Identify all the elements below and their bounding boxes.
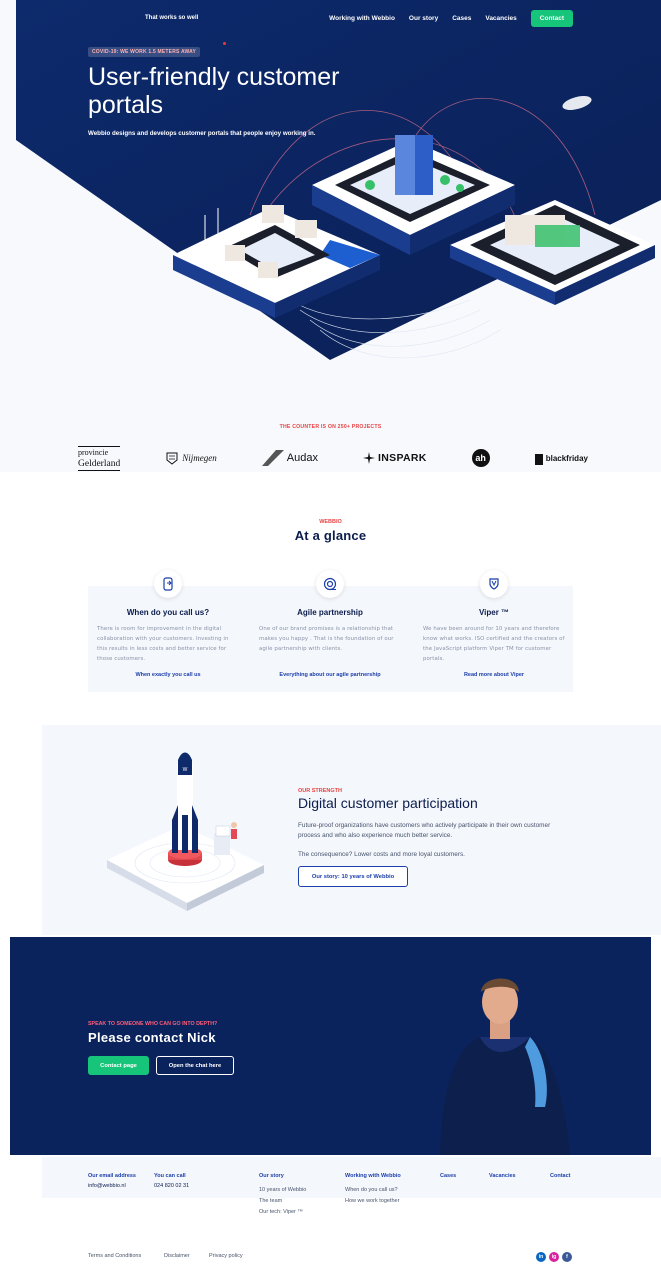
card-link[interactable]: When exactly you call us: [88, 672, 248, 678]
hero-section: That works so well Working with Webbio O…: [0, 0, 661, 472]
logo-gelderland: provincie Gelderland: [78, 445, 121, 471]
card-title: Agile partnership: [297, 608, 363, 617]
card-text: We have been around for 10 years and the…: [423, 626, 565, 662]
footer-email: Our email address info@webbio.nl: [88, 1173, 136, 1189]
nav-cases[interactable]: Cases: [452, 15, 471, 22]
glance-eyebrow: WEBBIO: [319, 519, 342, 525]
footer-working: Working with Webbio When do you call us?…: [345, 1173, 401, 1209]
covid-badge: COVID-19: WE WORK 1.5 METERS AWAY: [88, 47, 201, 57]
nav-our-story[interactable]: Our story: [409, 15, 438, 22]
card-text: One of our brand promises is a relations…: [259, 626, 394, 652]
client-logos: provincie Gelderland Nijmegen Audax INSP…: [78, 445, 588, 471]
footer-phone-value[interactable]: 024 820 02 31: [154, 1183, 189, 1189]
card-viper: Viper ™ We have been around for 10 years…: [414, 570, 574, 678]
linkedin-icon[interactable]: in: [536, 1252, 546, 1262]
strength-eyebrow: OUR STRENGTH: [298, 788, 342, 794]
logo-inspark: INSPARK: [363, 452, 427, 464]
our-story-button[interactable]: Our story: 10 years of Webbio: [298, 866, 408, 887]
contact-eyebrow: SPEAK TO SOMEONE WHO CAN GO INTO DEPTH?: [88, 1021, 218, 1027]
footer-heading[interactable]: Working with Webbio: [345, 1173, 401, 1179]
svg-text:W: W: [183, 767, 188, 773]
card-link[interactable]: Everything about our agile partnership: [250, 672, 410, 678]
card-when-to-call: When do you call us? There is room for i…: [88, 570, 248, 678]
footer-heading[interactable]: Cases: [440, 1173, 456, 1179]
phone-icon: [154, 570, 182, 598]
footer-email-label: Our email address: [88, 1173, 136, 1179]
target-icon: [316, 570, 344, 598]
main-nav: Working with Webbio Our story Cases Vaca…: [329, 10, 573, 27]
glance-title: At a glance: [294, 528, 367, 543]
nav-working-with-webbio[interactable]: Working with Webbio: [329, 15, 395, 22]
bag-icon: [534, 454, 543, 465]
footer-link[interactable]: Our tech: Viper ™: [259, 1209, 306, 1215]
contact-title: Please contact Nick: [88, 1030, 216, 1045]
footer-link[interactable]: When do you call us?: [345, 1187, 401, 1193]
footer-link[interactable]: 10 years of Webbio: [259, 1187, 306, 1193]
contact-section: [10, 937, 651, 1155]
hero-title: User-friendly customer portals: [88, 63, 340, 119]
strength-consequence: The consequence? Lower costs and more lo…: [298, 851, 465, 858]
footer-heading[interactable]: Our story: [259, 1173, 306, 1179]
footer-phone-label: You can call: [154, 1173, 186, 1179]
footer-heading[interactable]: Contact: [550, 1173, 570, 1179]
notification-dot: [223, 42, 226, 45]
shield-icon: [480, 570, 508, 598]
audax-mark-icon: [261, 450, 284, 466]
footer-phone: You can call 024 820 02 31: [154, 1173, 189, 1189]
lion-icon: [166, 452, 178, 465]
nav-contact-button[interactable]: Contact: [530, 10, 573, 27]
footer-our-story: Our story 10 years of Webbio The team Ou…: [259, 1173, 306, 1220]
card-agile-partnership: Agile partnership One of our brand promi…: [250, 570, 410, 678]
card-title: When do you call us?: [126, 608, 210, 617]
card-link[interactable]: Read more about Viper: [414, 672, 574, 678]
footer-cases: Cases: [440, 1173, 456, 1183]
footer-heading[interactable]: Vacancies: [489, 1173, 516, 1179]
footer-link[interactable]: The team: [259, 1198, 306, 1204]
card-title: Viper ™: [478, 608, 510, 617]
logo-audax: Audax: [261, 450, 318, 466]
terms-link[interactable]: Terms and Conditions: [88, 1253, 141, 1259]
logo-albert-heijn: ah: [471, 449, 490, 467]
open-chat-button[interactable]: Open the chat here: [156, 1056, 234, 1075]
star-icon: [363, 452, 376, 464]
instagram-icon[interactable]: ig: [549, 1252, 559, 1262]
logo-nijmegen: Nijmegen: [165, 451, 217, 465]
footer-link[interactable]: How we work together: [345, 1198, 401, 1204]
brand-tagline[interactable]: That works so well: [145, 15, 198, 21]
strength-paragraph: Future-proof organizations have customer…: [298, 822, 551, 839]
facebook-icon[interactable]: f: [562, 1252, 572, 1262]
footer-contact: Contact: [550, 1173, 570, 1183]
footer-vacancies: Vacancies: [489, 1173, 516, 1183]
contact-page-button[interactable]: Contact page: [88, 1056, 149, 1075]
card-text: There is room for improvement in the dig…: [97, 626, 229, 662]
nick-portrait: [440, 978, 570, 1155]
nav-vacancies[interactable]: Vacancies: [485, 15, 516, 22]
disclaimer-link[interactable]: Disclaimer: [164, 1253, 190, 1259]
strength-title: Digital customer participation: [298, 795, 478, 811]
logo-blackfriday: blackfriday: [534, 451, 588, 465]
footer-email-value[interactable]: info@webbio.nl: [88, 1183, 136, 1189]
hero-subtitle: Webbio designs and develops customer por…: [88, 130, 316, 137]
projects-counter: THE COUNTER IS ON 250+ PROJECTS: [279, 424, 382, 430]
privacy-link[interactable]: Privacy policy: [209, 1253, 243, 1259]
